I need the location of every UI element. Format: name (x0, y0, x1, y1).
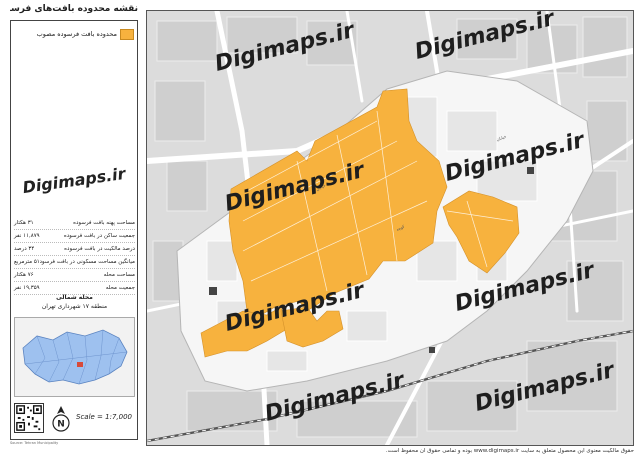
stat-label: مساحت پهنه بافت فرسوده (73, 220, 135, 226)
inset-map-svg (22, 329, 128, 385)
stat-label: جمعیت ساکن در بافت فرسوده (63, 233, 135, 239)
map-furniture: N Scale = 1:7,000 (14, 401, 135, 439)
map-canvas: خیابان کوچه خیابان Digimaps.ir Digimaps.… (147, 11, 633, 445)
footer-copyright: حقوق مالکیت معنوی این محصول متعلق به سای… (385, 448, 634, 454)
stat-label: میانگین مساحت مسکونی در بافت فرسوده (39, 259, 135, 265)
stat-value: ۷۶ هکتار (14, 272, 34, 278)
stat-row: مساحت پهنه بافت فرسوده ۳۱ هکتار (14, 217, 135, 230)
legend-swatch (120, 28, 134, 40)
stat-label: درصد مالکیت در بافت فرسوده (64, 246, 135, 252)
legend: محدوده بافت فرسوده مصوب (14, 27, 134, 41)
district-title: محله شمالی منطقه ۱۷ شهرداری تهران (14, 293, 135, 311)
north-label: N (57, 420, 65, 430)
inset-city-outline (22, 329, 128, 385)
inset-selected-district (77, 362, 83, 367)
qr-code (14, 403, 44, 433)
side-watermark: Digimaps.ir (21, 163, 127, 198)
credit-text: Source: Tehran Municipality (10, 441, 59, 445)
stat-label: مساحت محله (103, 272, 135, 278)
stat-value: ۵۱ مترمربع (14, 259, 40, 265)
stat-value: ۳۱ هکتار (14, 220, 34, 226)
legend-panel: محدوده بافت فرسوده مصوب Digimaps.ir مساح… (10, 20, 138, 440)
map-title: نقشه محدوده بافت‌های فرسوده مصوب (10, 4, 138, 14)
stat-row: جمعیت ساکن در بافت فرسوده ۱۱,۸۷۹ نفر (14, 230, 135, 243)
legend-label: محدوده بافت فرسوده مصوب (36, 30, 117, 38)
poi-icon (429, 347, 435, 353)
inset-map (14, 317, 135, 397)
poi-icon (527, 167, 534, 174)
north-arrow-icon: N (52, 406, 70, 432)
stat-row: مساحت محله ۷۶ هکتار (14, 269, 135, 282)
scale-text: Scale = 1:7,000 (76, 413, 132, 421)
stats-table: مساحت پهنه بافت فرسوده ۳۱ هکتار جمعیت ساکن… (14, 217, 135, 295)
parking-icon (209, 287, 217, 295)
map-frame[interactable]: خیابان کوچه خیابان Digimaps.ir Digimaps.… (146, 10, 634, 446)
district-region: منطقه ۱۷ شهرداری تهران (41, 303, 108, 310)
stat-value: ۱۱,۸۷۹ نفر (14, 233, 40, 239)
district-name: محله شمالی (56, 294, 93, 301)
stat-value: ۳۴ درصد (14, 246, 35, 252)
stat-row: درصد مالکیت در بافت فرسوده ۳۴ درصد (14, 243, 135, 256)
stat-row: میانگین مساحت مسکونی در بافت فرسوده ۵۱ مت… (14, 256, 135, 269)
